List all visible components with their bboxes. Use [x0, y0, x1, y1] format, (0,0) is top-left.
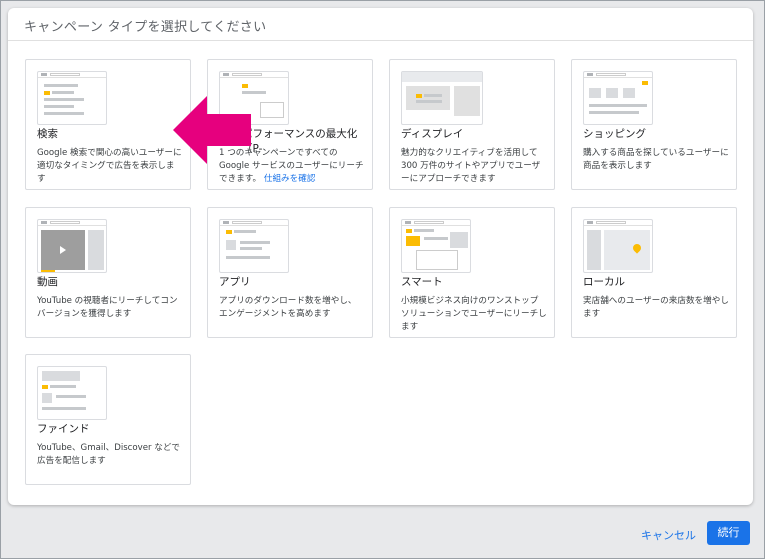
campaign-type-dialog: キャンペーン タイプを選択してください 検索 Google 検索で関心の高いユー…	[8, 8, 753, 505]
video-thumbnail	[37, 219, 107, 273]
dialog-title: キャンペーン タイプを選択してください	[24, 20, 267, 35]
pointer-arrow-icon	[173, 96, 251, 164]
shopping-thumbnail	[583, 71, 653, 125]
campaign-card-app[interactable]: アプリ アプリのダウンロード数を増やし、エンゲージメントを高めます	[207, 207, 373, 338]
campaign-card-search[interactable]: 検索 Google 検索で関心の高いユーザーに適切なタイミングで広告を表示します	[25, 59, 191, 190]
card-description: 購入する商品を探しているユーザーに商品を表示します	[583, 148, 729, 171]
local-thumbnail	[583, 219, 653, 273]
arrow-shape	[173, 96, 251, 164]
campaign-card-local[interactable]: ローカル 実店舗へのユーザーの来店数を増やします	[571, 207, 737, 338]
card-description: 小規模ビジネス向けのワンストップ ソリューションでユーザーにリーチします	[401, 296, 547, 332]
play-icon	[60, 246, 66, 254]
campaign-card-display[interactable]: ディスプレイ 魅力的なクリエイティブを活用して 300 万件のサイトやアプリでユ…	[389, 59, 555, 190]
campaign-card-video[interactable]: 動画 YouTube の視聴者にリーチしてコンバージョンを獲得します	[25, 207, 191, 338]
smart-thumbnail	[401, 219, 471, 273]
card-description: 実店舗へのユーザーの来店数を増やします	[583, 296, 729, 319]
app-thumbnail	[219, 219, 289, 273]
campaign-card-shopping[interactable]: ショッピング 購入する商品を探しているユーザーに商品を表示します	[571, 59, 737, 190]
card-label: ファインド	[37, 423, 90, 435]
card-description: Google 検索で関心の高いユーザーに適切なタイミングで広告を表示します	[37, 148, 182, 184]
card-description: アプリのダウンロード数を増やし、エンゲージメントを高めます	[219, 296, 357, 319]
card-label: ディスプレイ	[401, 128, 464, 140]
campaign-card-discovery[interactable]: ファインド YouTube、Gmail、Discover などで広告を配信します	[25, 354, 191, 485]
card-label: アプリ	[219, 276, 251, 288]
cancel-button[interactable]: キャンセル	[641, 527, 696, 543]
display-thumbnail	[401, 71, 483, 125]
card-label: 動画	[37, 276, 58, 288]
card-label: ショッピング	[583, 128, 646, 140]
search-thumbnail	[37, 71, 107, 125]
discovery-thumbnail	[37, 366, 107, 420]
card-description: 魅力的なクリエイティブを活用して 300 万件のサイトやアプリでユーザーにアプロ…	[401, 148, 541, 184]
continue-button[interactable]: 続行	[707, 521, 750, 545]
map-area	[604, 230, 650, 270]
card-label: スマート	[401, 276, 443, 288]
card-label: 検索	[37, 128, 58, 140]
title-divider	[8, 40, 753, 41]
card-description: YouTube の視聴者にリーチしてコンバージョンを獲得します	[37, 296, 178, 319]
how-it-works-link[interactable]: 仕組みを確認	[264, 174, 316, 184]
card-description: YouTube、Gmail、Discover などで広告を配信します	[37, 443, 180, 466]
campaign-card-smart[interactable]: スマート 小規模ビジネス向けのワンストップ ソリューションでユーザーにリーチしま…	[389, 207, 555, 338]
card-label: ローカル	[583, 276, 625, 288]
